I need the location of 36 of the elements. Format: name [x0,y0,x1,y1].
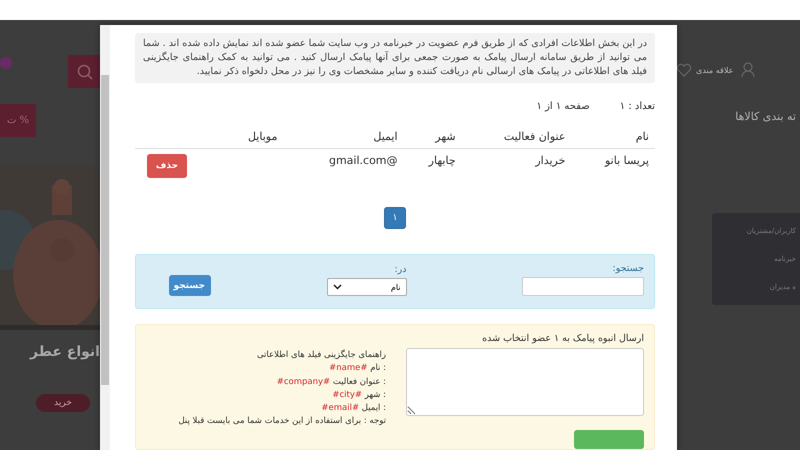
message-label: ارسال انبوه پیامک به ۱ عضو انتخاب شده [481,333,644,344]
buy-button[interactable]: خرید [36,394,90,412]
table-cell: پریسا بانو [604,154,649,167]
column-header: شهر [404,126,462,148]
chevron-down-icon [332,284,342,290]
send-button[interactable] [574,430,644,449]
category-heading: ته بندی کالاها [735,110,796,123]
note-text: توجه : برای استفاده از این خدمات شما می بایست قبلا پنل [178,415,386,428]
column-header: ایمیل [283,126,404,148]
column-header: عنوان فعالیت [462,126,572,148]
table-cell: چابهار [428,154,456,167]
search-label: جستجو: [612,263,644,274]
field-label: در: [393,264,406,275]
delete-button[interactable]: حذف [147,154,187,178]
wishlist-link[interactable]: علاقه مندی [696,66,734,74]
field-select[interactable]: نام [326,278,406,296]
heart-icon[interactable] [676,63,692,77]
page-info: صفحه ۱ از ۱ [536,101,590,112]
scrollbar[interactable] [100,25,110,450]
page-button[interactable]: ۱ [384,207,406,229]
column-header: موبایل [222,126,284,148]
user-icon[interactable] [741,62,756,78]
search-field[interactable] [522,277,644,296]
table-cell: خریدار [535,154,566,167]
scrollbar-thumb[interactable] [101,75,109,385]
search-icon [76,62,94,80]
banner-title: انواع عطر [30,344,100,360]
guide-title: راهنمای جایگزینی فیلد های اطلاعاتی [256,349,386,362]
info-text: در این بخش اطلاعات افرادی که از طریق فرم عضویت در خبرنامه در وب سایت شما عضو شده اند نمایش داده شده اند . شما می توانید از طریق سامانه ارسال پیامک به صورت جمعی برای آنها پیامک ارسال کنید . می توانید به کمک راهنمای جایگزینی فیلد های اطلاعاتی در پیامک های ارسالی نام دریافت کننده و سایر مشخصات وی را نیز در محل دلخواه ذکر نمایید. [135,33,655,83]
count-label: تعداد : ۱ [620,101,655,112]
discount-button[interactable]: % ت [0,104,36,137]
search-button[interactable]: جستجو [169,275,211,296]
message-field[interactable] [406,348,644,416]
table-cell: @gmail.com [328,154,398,167]
column-header: نام [571,126,655,148]
search-button[interactable] [68,55,102,88]
